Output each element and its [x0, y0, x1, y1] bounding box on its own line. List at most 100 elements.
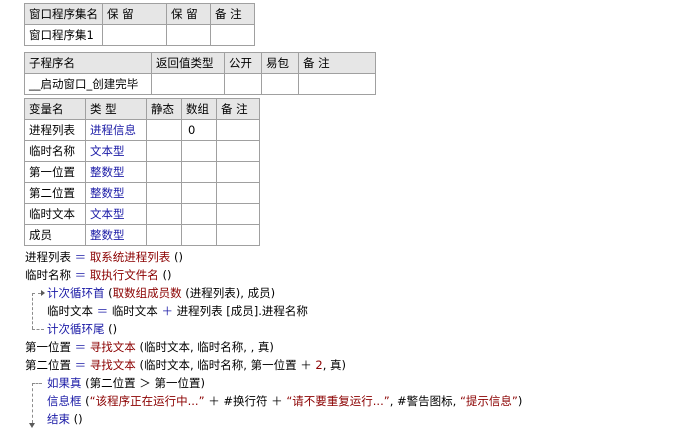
- assembly-name-cell[interactable]: 窗口程序集1: [24, 24, 103, 46]
- remark-cell[interactable]: [216, 182, 260, 204]
- remark-cell[interactable]: [210, 24, 255, 46]
- array-cell[interactable]: [181, 140, 217, 162]
- var-name-cell[interactable]: 进程列表: [24, 119, 86, 141]
- code-token: ): [517, 394, 523, 408]
- var-type-cell[interactable]: 文本型: [85, 203, 147, 225]
- loop-guide-line: [32, 293, 33, 329]
- col-remark: 备 注: [298, 52, 376, 74]
- var-name-cell[interactable]: 成员: [24, 224, 86, 246]
- table-row[interactable]: 成员 整数型: [24, 224, 260, 246]
- remark-cell[interactable]: [216, 161, 260, 183]
- var-type-cell[interactable]: 进程信息: [85, 119, 147, 141]
- code-token: 进程列表 [成员].进程名称: [176, 304, 308, 318]
- code-token: 取系统进程列表: [89, 250, 171, 264]
- code-line-6[interactable]: 第一位置 ＝ 寻找文本 (临时文本, 临时名称, , 真): [25, 338, 274, 356]
- col-return-type: 返回值类型: [151, 52, 225, 74]
- code-token: ＝: [71, 358, 90, 372]
- var-name-cell[interactable]: 第一位置: [24, 161, 86, 183]
- table-row[interactable]: 临时文本 文本型: [24, 203, 260, 225]
- var-type-cell[interactable]: 整数型: [85, 182, 147, 204]
- code-token: 取数组成员数: [112, 286, 182, 300]
- code-token: (): [104, 322, 118, 336]
- code-token: 结束: [47, 412, 70, 426]
- table-row[interactable]: 第二位置 整数型: [24, 182, 260, 204]
- code-token: 如果真: [47, 376, 82, 390]
- table-row[interactable]: 进程列表 进程信息 0: [24, 119, 260, 141]
- code-token: “请不要重复运行...”: [286, 394, 390, 408]
- col-remark: 备 注: [216, 98, 260, 120]
- array-cell[interactable]: [181, 224, 217, 246]
- remark-cell[interactable]: [216, 203, 260, 225]
- table-row[interactable]: __启动窗口_创建完毕: [24, 73, 376, 95]
- code-token: ＋ #换行符 ＋: [204, 394, 287, 408]
- col-reserved-1: 保 留: [102, 3, 167, 25]
- code-token: ＝: [71, 250, 90, 264]
- code-line-1[interactable]: 进程列表 ＝ 取系统进程列表 (): [25, 248, 183, 266]
- table-row[interactable]: 临时名称 文本型: [24, 140, 260, 162]
- static-cell[interactable]: [146, 119, 182, 141]
- code-token: (第二位置 ＞ 第一位置): [81, 376, 205, 390]
- array-cell[interactable]: [181, 161, 217, 183]
- col-reserved-2: 保 留: [166, 3, 211, 25]
- remark-cell[interactable]: [216, 224, 260, 246]
- code-line-2[interactable]: 临时名称 ＝ 取执行文件名 (): [25, 266, 171, 284]
- code-token: 寻找文本: [89, 358, 136, 372]
- table-row[interactable]: 窗口程序集1: [24, 24, 255, 46]
- static-cell[interactable]: [146, 161, 182, 183]
- loop-guide-top: [32, 293, 41, 294]
- public-cell[interactable]: [224, 73, 262, 95]
- code-token: ＋: [157, 304, 177, 318]
- code-token: (进程列表), 成员): [181, 286, 276, 300]
- code-token: 第一位置: [25, 340, 71, 354]
- if-guide-line: [32, 383, 33, 423]
- reserved-cell[interactable]: [102, 24, 167, 46]
- loop-guide-bottom: [32, 329, 44, 330]
- code-token: (): [70, 412, 83, 426]
- var-type-cell[interactable]: 整数型: [85, 161, 147, 183]
- subroutine-table: 子程序名 返回值类型 公开 易包 备 注 __启动窗口_创建完毕: [24, 52, 376, 95]
- col-remark: 备 注: [210, 3, 255, 25]
- code-token: (临时文本, 临时名称, 第一位置 ＋: [135, 358, 316, 372]
- static-cell[interactable]: [146, 140, 182, 162]
- code-line-7[interactable]: 第二位置 ＝ 寻找文本 (临时文本, 临时名称, 第一位置 ＋ 2, 真): [25, 356, 346, 374]
- code-token: (: [81, 394, 90, 408]
- variable-table: 变量名 类 型 静态 数组 备 注 进程列表 进程信息 0 临时名称 文本型 第…: [24, 98, 260, 246]
- var-name-cell[interactable]: 临时文本: [24, 203, 86, 225]
- static-cell[interactable]: [146, 224, 182, 246]
- array-cell[interactable]: [181, 182, 217, 204]
- code-line-8[interactable]: 如果真 (第二位置 ＞ 第一位置): [47, 374, 205, 392]
- assembly-table: 窗口程序集名 保 留 保 留 备 注 窗口程序集1: [24, 3, 255, 46]
- var-type-cell[interactable]: 文本型: [85, 140, 147, 162]
- col-sub-name: 子程序名: [24, 52, 152, 74]
- code-token: 2: [315, 358, 323, 372]
- table-row[interactable]: 第一位置 整数型: [24, 161, 260, 183]
- var-type-cell[interactable]: 整数型: [85, 224, 147, 246]
- code-line-9[interactable]: 信息框 (“该程序正在运行中...” ＋ #换行符 ＋ “请不要重复运行...”…: [47, 392, 522, 410]
- return-type-cell[interactable]: [151, 73, 225, 95]
- code-token: 计次循环首: [47, 286, 105, 300]
- col-array: 数组: [181, 98, 217, 120]
- array-cell[interactable]: 0: [181, 119, 217, 141]
- var-name-cell[interactable]: 第二位置: [24, 182, 86, 204]
- code-line-10[interactable]: 结束 (): [47, 410, 83, 428]
- code-token: (): [170, 250, 183, 264]
- remark-cell[interactable]: [216, 140, 260, 162]
- code-token: “该程序正在运行中...”: [89, 394, 205, 408]
- remark-cell[interactable]: [298, 73, 376, 95]
- col-epackage: 易包: [261, 52, 299, 74]
- code-token: 第二位置: [25, 358, 71, 372]
- array-cell[interactable]: [181, 203, 217, 225]
- remark-cell[interactable]: [216, 119, 260, 141]
- col-var-name: 变量名: [24, 98, 86, 120]
- sub-name-cell[interactable]: __启动窗口_创建完毕: [24, 73, 152, 95]
- code-line-4[interactable]: 临时文本 ＝ 临时文本 ＋ 进程列表 [成员].进程名称: [47, 302, 308, 320]
- epackage-cell[interactable]: [261, 73, 299, 95]
- code-token: , 真): [322, 358, 347, 372]
- var-name-cell[interactable]: 临时名称: [24, 140, 86, 162]
- code-line-5[interactable]: 计次循环尾 (): [47, 320, 117, 338]
- static-cell[interactable]: [146, 203, 182, 225]
- code-line-3[interactable]: 计次循环首 (取数组成员数 (进程列表), 成员): [47, 284, 275, 302]
- reserved-cell[interactable]: [166, 24, 211, 46]
- static-cell[interactable]: [146, 182, 182, 204]
- if-guide-top: [32, 383, 42, 384]
